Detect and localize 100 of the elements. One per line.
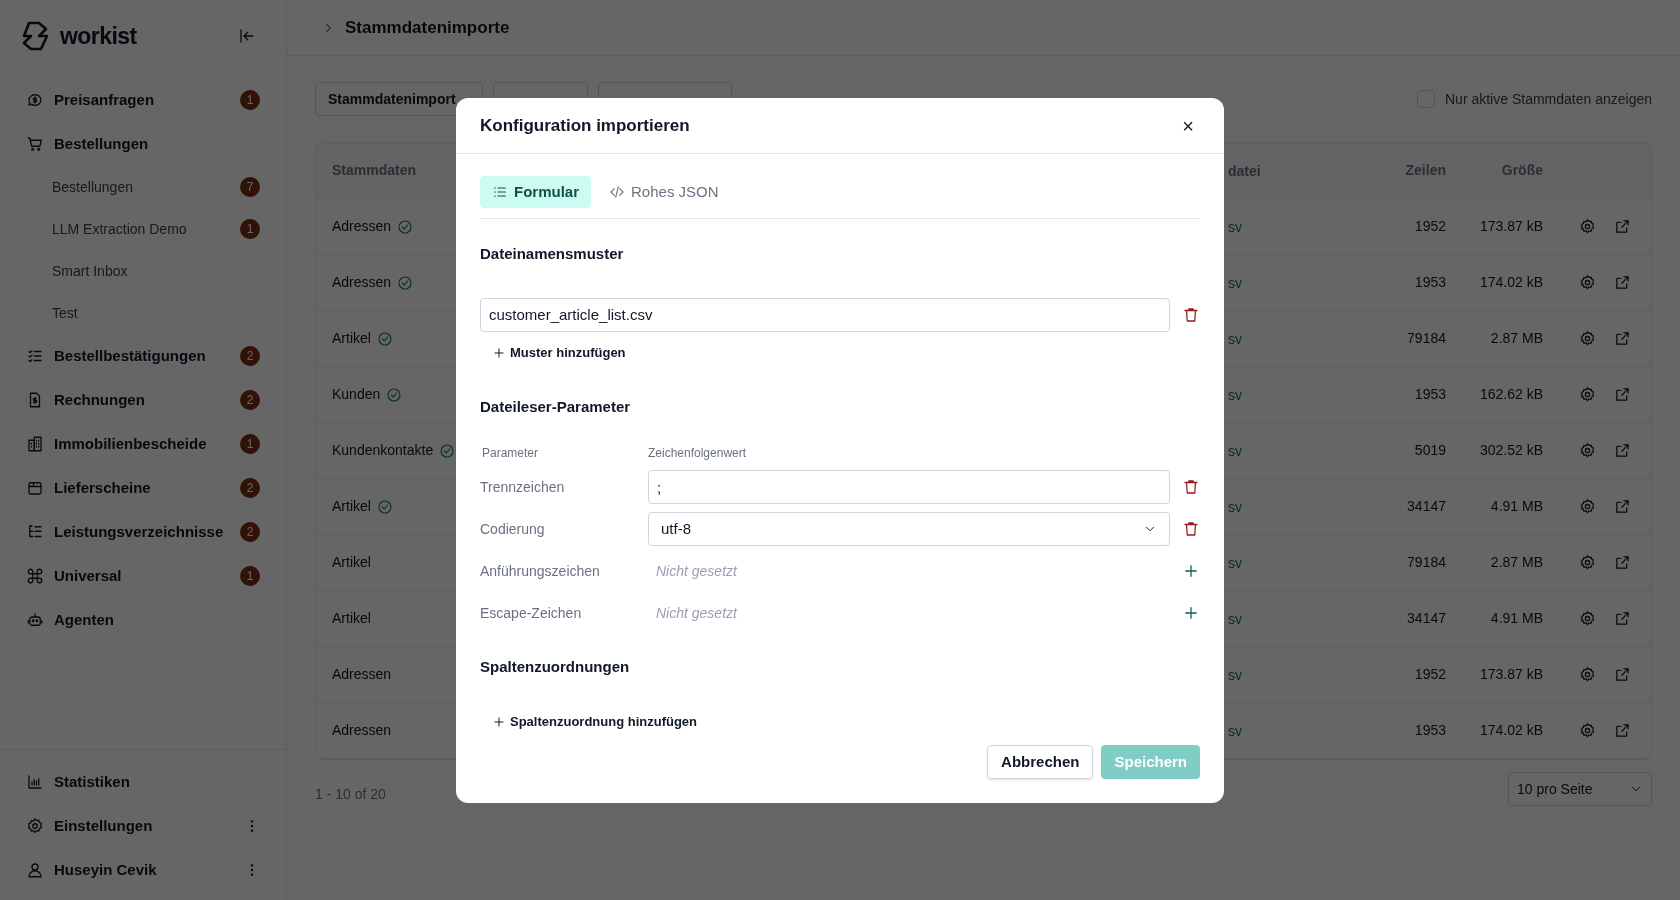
nav-label: Preisanfragen	[54, 89, 155, 110]
nav-item[interactable]: Bestellbestätigungen 2	[20, 334, 266, 378]
table-cell-text: 2.87 MB	[1489, 329, 1543, 348]
nav-subitem[interactable]: Bestellungen 7	[20, 166, 266, 208]
settings-icon[interactable]	[1579, 274, 1596, 291]
nav-item[interactable]: Huseyin Cevik	[20, 848, 266, 892]
external-link-icon[interactable]	[1614, 610, 1631, 627]
external-link-icon[interactable]	[1614, 330, 1631, 347]
plus-icon[interactable]	[1182, 562, 1200, 580]
nav-label: Bestellbestätigungen	[54, 345, 206, 366]
parameter-label: Trennzeichen	[480, 477, 566, 497]
external-link-icon[interactable]	[1614, 386, 1631, 403]
file-link[interactable]: sv	[1228, 218, 1242, 235]
file-link[interactable]: sv	[1228, 498, 1242, 515]
nav-subitem[interactable]: LLM Extraction Demo 1	[20, 208, 266, 250]
table-cell-text: 174.02 kB	[1478, 721, 1543, 740]
count-badge: 2	[240, 522, 260, 542]
column-header: Größe	[1500, 161, 1543, 180]
external-link-icon[interactable]	[1614, 442, 1631, 459]
nav-item[interactable]: Agenten	[20, 598, 266, 642]
external-link-icon[interactable]	[1614, 722, 1631, 739]
nav-label: LLM Extraction Demo	[52, 219, 187, 239]
external-link-icon[interactable]	[1614, 498, 1631, 515]
unset-value: Nicht gesetzt	[656, 563, 737, 579]
file-link[interactable]: sv	[1228, 666, 1242, 683]
close-button[interactable]: ×	[1176, 113, 1200, 138]
parameter-label: Codierung	[480, 519, 546, 539]
text-field[interactable]: customer_article_list.csv	[480, 297, 1170, 332]
settings-icon[interactable]	[1579, 610, 1596, 627]
trash-icon[interactable]	[1182, 520, 1200, 538]
count-badge: 2	[240, 478, 260, 498]
nav-label: Smart Inbox	[52, 261, 128, 281]
robot-icon	[26, 611, 44, 629]
nav-item[interactable]: Preisanfragen 1	[20, 78, 266, 122]
filter-button[interactable]: Stammdatenimport	[315, 82, 483, 116]
external-link-icon[interactable]	[1614, 554, 1631, 571]
tab[interactable]: Formular	[480, 176, 591, 208]
nav-item[interactable]: Rechnungen 2	[20, 378, 266, 422]
tab[interactable]: Rohes JSON	[597, 176, 731, 208]
settings-icon[interactable]	[1579, 666, 1596, 683]
nav-item[interactable]: Lieferscheine 2	[20, 466, 266, 510]
settings-icon[interactable]	[1579, 386, 1596, 403]
page-size-select[interactable]: 10 pro Seite	[1508, 772, 1652, 806]
plus-icon	[492, 714, 506, 729]
file-link[interactable]: sv	[1228, 274, 1242, 291]
settings-icon[interactable]	[1579, 554, 1596, 571]
settings-icon[interactable]	[1579, 330, 1596, 347]
count-badge: 7	[240, 177, 260, 197]
table-cell-text: 174.02 kB	[1478, 273, 1543, 292]
nav-item[interactable]: Einstellungen	[20, 804, 266, 848]
table-cell-text: 34147	[1406, 609, 1446, 628]
nav-subitem[interactable]: Smart Inbox	[20, 250, 266, 292]
file-link[interactable]: sv	[1228, 610, 1242, 627]
external-link-icon[interactable]	[1614, 274, 1631, 291]
table-cell-text: 1953	[1413, 385, 1446, 404]
cart-icon	[26, 135, 44, 153]
settings-icon[interactable]	[1579, 218, 1596, 235]
nav-item[interactable]: Statistiken	[20, 760, 266, 804]
add-button[interactable]: Muster hinzufügen	[480, 337, 638, 368]
bar-chart-icon	[26, 773, 44, 791]
code-icon	[609, 184, 625, 200]
file-link[interactable]: sv	[1228, 386, 1242, 403]
count-badge: 1	[240, 90, 260, 110]
nav-label: Bestellungen	[54, 133, 149, 154]
add-button[interactable]: Spaltenzuordnung hinzufügen	[480, 706, 710, 737]
plus-icon[interactable]	[1182, 604, 1200, 622]
parameter-label: Escape-Zeichen	[480, 603, 583, 623]
trash-icon[interactable]	[1182, 305, 1200, 324]
external-link-icon[interactable]	[1614, 218, 1631, 235]
file-link[interactable]: sv	[1228, 442, 1242, 459]
settings-icon[interactable]	[1579, 498, 1596, 515]
collapse-sidebar-icon[interactable]	[238, 27, 256, 45]
nav-item[interactable]: Universal 1	[20, 554, 266, 598]
nav-item[interactable]: Bestellungen	[20, 122, 266, 166]
settings-icon[interactable]	[1579, 722, 1596, 739]
count-badge: 2	[240, 390, 260, 410]
external-link-icon[interactable]	[1614, 666, 1631, 683]
trash-icon[interactable]	[1182, 478, 1200, 496]
nav-subitem[interactable]: Test	[20, 292, 266, 334]
nav-item[interactable]: Leistungsverzeichnisse 2	[20, 510, 266, 554]
select-field[interactable]: utf-8	[648, 512, 1170, 546]
table-cell-text: 1952	[1413, 665, 1446, 684]
table-cell-text: Adressen	[332, 217, 392, 236]
table-cell-text: 79184	[1406, 553, 1446, 572]
pagination-range: 1 - 10 of 20	[315, 785, 386, 804]
cancel-button[interactable]: Abbrechen	[987, 745, 1094, 779]
table-cell-text: 302.52 kB	[1478, 441, 1543, 460]
logo-text: workist	[60, 21, 137, 51]
table-cell-text: Adressen	[332, 721, 392, 740]
nav-label: Test	[52, 303, 78, 323]
table-cell-text: 2.87 MB	[1489, 553, 1543, 572]
nav-item[interactable]: Immobilienbescheide 1	[20, 422, 266, 466]
file-link[interactable]: sv	[1228, 330, 1242, 347]
file-link[interactable]: sv	[1228, 554, 1242, 571]
page-title: Stammdatenimporte	[345, 16, 510, 39]
command-icon	[26, 567, 44, 585]
text-field[interactable]: ;	[648, 470, 1170, 504]
file-link[interactable]: sv	[1228, 722, 1242, 739]
table-cell-text: 173.87 kB	[1478, 665, 1543, 684]
settings-icon[interactable]	[1579, 442, 1596, 459]
